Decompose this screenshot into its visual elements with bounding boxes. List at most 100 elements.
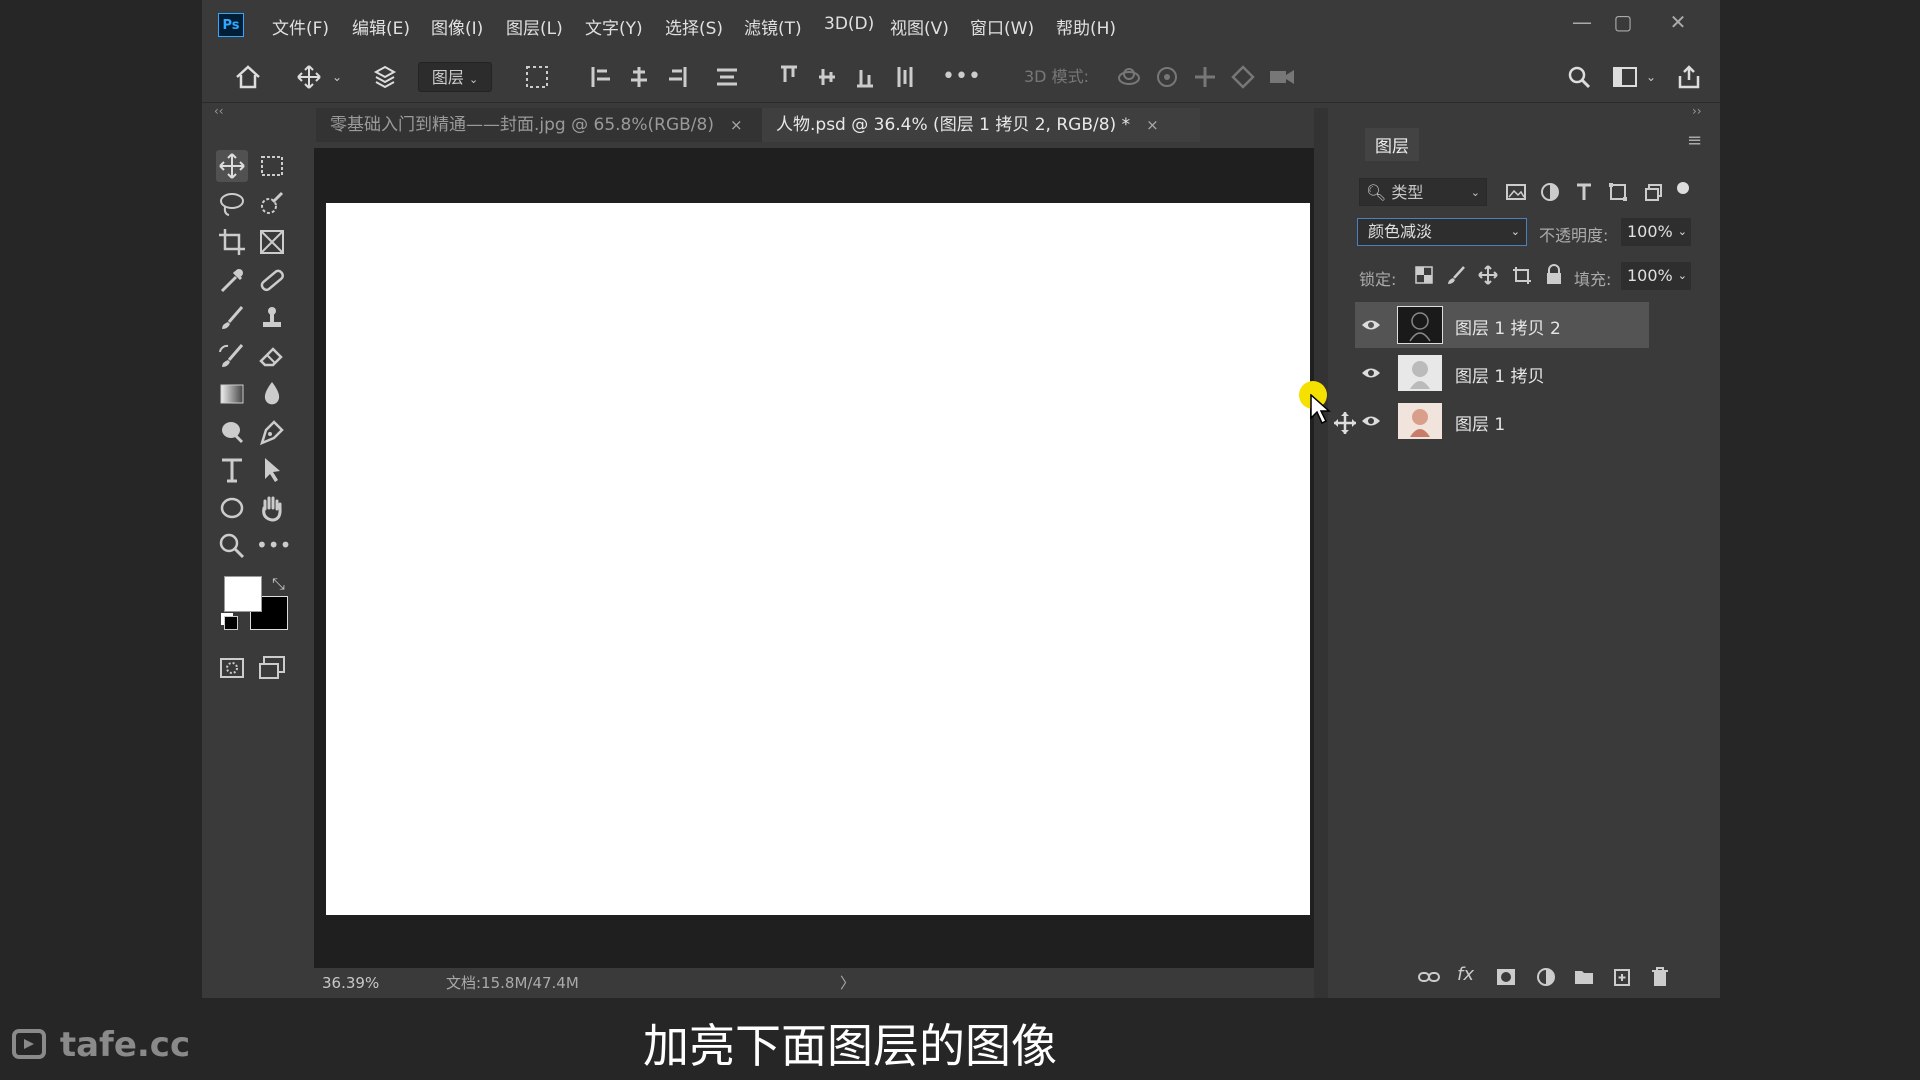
3d-roll-icon[interactable] — [1154, 64, 1180, 90]
lock-image-pixels-icon[interactable] — [1446, 265, 1466, 285]
visibility-eye-icon[interactable] — [1361, 317, 1381, 333]
zoom-tool-icon[interactable] — [216, 530, 248, 562]
tab-renwu-psd[interactable]: 人物.psd @ 36.4% (图层 1 拷贝 2, RGB/8) * × — [762, 108, 1200, 142]
maximize-button[interactable]: ▢ — [1605, 8, 1641, 36]
crop-tool-icon[interactable] — [216, 226, 248, 258]
align-right-icon[interactable] — [666, 64, 688, 90]
align-bottom-icon[interactable] — [854, 64, 876, 90]
blur-tool-icon[interactable] — [256, 378, 288, 410]
clone-stamp-icon[interactable] — [256, 302, 288, 334]
align-top-icon[interactable] — [778, 64, 800, 90]
new-layer-icon[interactable] — [1611, 966, 1633, 988]
history-brush-icon[interactable] — [216, 340, 248, 372]
zoom-readout[interactable]: 36.39% — [322, 968, 379, 998]
workspace-chevron-icon[interactable]: ⌄ — [1644, 62, 1658, 92]
layer-filter-dropdown[interactable]: 🔍︎ 类型 ⌄ — [1359, 178, 1487, 206]
menu-layer[interactable]: 图层(L) — [506, 14, 563, 39]
lock-all-icon[interactable] — [1544, 264, 1564, 286]
dodge-tool-icon[interactable] — [216, 416, 248, 448]
adjustment-layer-icon[interactable] — [1535, 966, 1557, 988]
default-colors-icon[interactable] — [224, 616, 238, 630]
layer-row[interactable]: 图层 1 — [1355, 398, 1649, 444]
close-tab-icon[interactable]: × — [730, 116, 743, 134]
3d-pan-icon[interactable] — [1192, 64, 1218, 90]
screen-mode-icon[interactable] — [256, 652, 288, 684]
fill-input[interactable]: 100% ⌄ — [1621, 262, 1691, 290]
healing-brush-icon[interactable] — [256, 264, 288, 296]
tab-cover-jpg[interactable]: 零基础入门到精通——封面.jpg @ 65.8%(RGB/8) × — [316, 108, 824, 142]
panel-menu-icon[interactable]: ≡ — [1687, 130, 1702, 151]
visibility-eye-icon[interactable] — [1361, 365, 1381, 381]
3d-orbit-icon[interactable] — [1116, 64, 1142, 90]
menu-select[interactable]: 选择(S) — [665, 14, 723, 39]
eyedropper-icon[interactable] — [216, 264, 248, 296]
swap-colors-icon[interactable]: ⤡ — [272, 574, 285, 594]
menu-help[interactable]: 帮助(H) — [1056, 14, 1116, 39]
chevron-down-icon[interactable]: ⌄ — [330, 62, 344, 92]
layer-row[interactable]: 图层 1 拷贝 — [1355, 350, 1649, 396]
status-menu-arrow[interactable]: 〉 — [840, 968, 855, 998]
layer-style-fx-icon[interactable]: fx — [1457, 964, 1474, 985]
transform-controls-icon[interactable] — [524, 64, 550, 90]
layer-name[interactable]: 图层 1 拷贝 — [1455, 362, 1545, 387]
layers-panel-tab[interactable]: 图层 — [1365, 128, 1419, 161]
foreground-color-swatch[interactable] — [224, 576, 262, 612]
blend-mode-dropdown[interactable]: 颜色减淡 ⌄ — [1357, 218, 1527, 246]
filter-shape-icon[interactable] — [1606, 180, 1630, 204]
filter-pixel-icon[interactable] — [1504, 180, 1528, 204]
document-canvas[interactable] — [326, 203, 1310, 915]
distribute-vertical-icon[interactable] — [894, 64, 916, 90]
menu-filter[interactable]: 滤镜(T) — [744, 14, 802, 39]
lock-transparent-pixels-icon[interactable] — [1414, 265, 1434, 285]
menu-edit[interactable]: 编辑(E) — [352, 14, 410, 39]
frame-tool-icon[interactable] — [256, 226, 288, 258]
marquee-tool-icon[interactable] — [256, 150, 288, 182]
path-selection-icon[interactable] — [256, 454, 288, 486]
menu-view[interactable]: 视图(V) — [890, 14, 949, 39]
share-icon[interactable] — [1676, 64, 1702, 90]
filter-toggle-icon[interactable] — [1677, 182, 1689, 194]
3d-slide-icon[interactable] — [1230, 64, 1256, 90]
delete-layer-trash-icon[interactable] — [1649, 966, 1671, 988]
new-group-folder-icon[interactable] — [1573, 966, 1595, 988]
menu-image[interactable]: 图像(I) — [431, 14, 483, 39]
align-middle-icon[interactable] — [816, 64, 838, 90]
lock-artboard-icon[interactable] — [1511, 265, 1533, 285]
brush-tool-icon[interactable] — [216, 302, 248, 334]
opacity-input[interactable]: 100% ⌄ — [1621, 218, 1691, 246]
more-tools-icon[interactable]: ••• — [256, 530, 291, 562]
filter-type-icon[interactable] — [1572, 180, 1596, 204]
menu-type[interactable]: 文字(Y) — [585, 14, 643, 39]
menu-window[interactable]: 窗口(W) — [970, 14, 1034, 39]
move-tool-icon[interactable] — [216, 150, 248, 182]
auto-select-icon[interactable] — [372, 64, 398, 90]
3d-camera-icon[interactable] — [1268, 64, 1296, 90]
close-window-button[interactable]: ✕ — [1660, 8, 1696, 36]
lasso-tool-icon[interactable] — [216, 188, 248, 220]
layer-row[interactable]: 图层 1 拷贝 2 — [1355, 302, 1649, 348]
more-options-icon[interactable]: ••• — [942, 62, 981, 92]
lock-position-icon[interactable] — [1478, 265, 1498, 285]
menu-file[interactable]: 文件(F) — [272, 14, 329, 39]
add-mask-icon[interactable] — [1495, 966, 1517, 988]
move-tool-icon[interactable] — [296, 64, 322, 90]
hand-tool-icon[interactable] — [256, 492, 288, 524]
layer-name[interactable]: 图层 1 — [1455, 410, 1505, 435]
pen-tool-icon[interactable] — [256, 416, 288, 448]
align-center-icon[interactable] — [628, 64, 650, 90]
gradient-tool-icon[interactable] — [216, 378, 248, 410]
home-icon[interactable] — [234, 64, 262, 90]
filter-smart-object-icon[interactable] — [1640, 180, 1664, 204]
auto-select-target-dropdown[interactable]: 图层 ⌄ — [418, 62, 492, 92]
distribute-icon[interactable] — [714, 64, 740, 90]
workspace-icon[interactable] — [1612, 64, 1638, 90]
type-tool-icon[interactable] — [216, 454, 248, 486]
close-tab-icon[interactable]: × — [1146, 116, 1159, 134]
menu-3d[interactable]: 3D(D) — [824, 14, 874, 34]
minimize-button[interactable]: — — [1564, 8, 1600, 36]
quick-selection-icon[interactable] — [256, 188, 288, 220]
layer-name[interactable]: 图层 1 拷贝 2 — [1455, 314, 1561, 339]
search-icon[interactable] — [1566, 64, 1592, 90]
quick-mask-icon[interactable] — [216, 652, 248, 684]
visibility-eye-icon[interactable] — [1361, 413, 1381, 429]
